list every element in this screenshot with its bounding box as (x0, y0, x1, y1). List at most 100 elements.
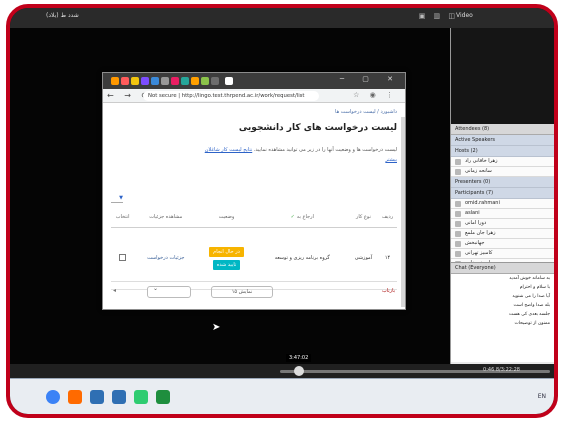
avatar (455, 231, 461, 237)
avatar (455, 169, 461, 175)
row-assigned-to: گروه برنامه ریزی و توسعه (255, 227, 349, 290)
taskbar: EN (10, 378, 554, 414)
pager-label[interactable]: نمایش ۱۵ (211, 286, 273, 298)
url-input[interactable]: Not secure | http://lingo.test.thrpend.a… (143, 91, 319, 101)
page-content: داشبورد / لیست درخواست ها لیست درخواست ه… (103, 103, 405, 313)
participant-item[interactable]: جهانبخش (451, 239, 554, 249)
current-time: 3:47:02 (286, 354, 312, 362)
tab-icon[interactable] (111, 77, 119, 85)
playback-bar: 3:47:02 0:46 8/3:22:28 (10, 354, 554, 378)
description-text: لیست درخواست ها و وضعیت آنها را در زیر م… (253, 147, 397, 153)
row-checkbox[interactable] (119, 253, 127, 261)
seek-thumb[interactable] (294, 366, 304, 376)
app-frame: (بلاد) شدد ط ▣ ▥ ◫ Video ─ ▢ ✕ ← → ⟳ Not… (6, 4, 558, 418)
participant-item[interactable]: کامبیز تهرانی (451, 249, 554, 259)
tab-icon[interactable] (161, 77, 169, 85)
hosts-row[interactable]: Hosts (2) (451, 146, 554, 157)
footer-tag: بازتاب (382, 288, 395, 294)
avatar (455, 221, 461, 227)
participant-item[interactable]: دورا امانی (451, 219, 554, 229)
chat-line: با سلام و احترام (519, 285, 550, 290)
tab-icon[interactable] (201, 77, 209, 85)
active-speakers-row: Active Speakers (451, 135, 554, 146)
mouse-cursor-icon: ➤ (212, 322, 221, 333)
participant-item[interactable]: زهرا جان ملمع (451, 229, 554, 239)
status-badge-secondary: تایید شده (212, 259, 241, 270)
page-title: لیست درخواست های کار دانشجویی (238, 123, 397, 133)
address-bar: ← → ⟳ Not secure | http://lingo.test.thr… (103, 89, 405, 103)
firefox-icon[interactable] (68, 390, 82, 404)
host-item[interactable]: سانحه زمانی (451, 167, 554, 177)
side-panel: Attendees (8) Active Speakers Hosts (2) … (450, 28, 554, 380)
attendees-header: Attendees (8) (451, 124, 554, 135)
browser-window: ─ ▢ ✕ ← → ⟳ Not secure | http://lingo.te… (102, 72, 406, 310)
excel-icon[interactable] (156, 390, 170, 404)
file-explorer-icon[interactable] (90, 390, 104, 404)
tab-icon[interactable] (151, 77, 159, 85)
scrollbar[interactable] (401, 117, 405, 307)
avatar (455, 241, 461, 247)
table-footer: ◂ ⌄ نمایش ۱۵ بازتاب (111, 281, 397, 301)
tab-icon[interactable] (141, 77, 149, 85)
row-index: ۱۴ (378, 227, 397, 290)
chat-panel: Chat (Everyone) به سامانه خوش آمدید با س… (451, 262, 554, 362)
page-description: لیست درخواست ها و وضعیت آنها را در زیر م… (111, 147, 397, 153)
row-details-link[interactable]: جزئیات درخواست (134, 227, 198, 290)
tab-icon[interactable] (171, 77, 179, 85)
active-tab[interactable] (225, 77, 233, 85)
breadcrumb[interactable]: داشبورد / لیست درخواست ها (111, 109, 397, 115)
shared-screen-area: ─ ▢ ✕ ← → ⟳ Not secure | http://lingo.te… (10, 28, 456, 380)
participants-row[interactable]: Participants (7) (451, 188, 554, 199)
header-status: وضعیت (197, 207, 256, 228)
app-title: (بلاد) شدد ط (46, 12, 79, 19)
table-header: ردیف نوع کار ارجاع به✓ وضعیت مشاهده جزئی… (111, 207, 397, 228)
avatar (455, 159, 461, 165)
chat-line: جلسه بعدی کی هست (509, 312, 550, 317)
tab-icon[interactable] (121, 77, 129, 85)
chat-line: آیا صدا را می شنوید (512, 294, 550, 299)
header-select: انتخاب (111, 207, 135, 228)
participant-item[interactable]: aslani (451, 209, 554, 219)
avatar (455, 201, 461, 207)
word-icon[interactable] (112, 390, 126, 404)
filter-icon[interactable]: ▼ (111, 195, 123, 203)
tab-icon[interactable] (211, 77, 219, 85)
sort-icon[interactable]: ✓ (291, 214, 295, 220)
chat-line: بله صدا واضح است (513, 303, 550, 308)
header-assigned-to[interactable]: ارجاع به✓ (255, 207, 349, 228)
presenters-row[interactable]: Presenters (0) (451, 177, 554, 188)
requests-table: ردیف نوع کار ارجاع به✓ وضعیت مشاهده جزئی… (111, 207, 397, 290)
row-work-type: آموزشی (348, 227, 379, 290)
video-area (451, 28, 554, 124)
tab-icon[interactable] (131, 77, 139, 85)
chat-line: ممنون از توضیحات (514, 321, 550, 326)
more-link[interactable]: بیشتر (111, 157, 397, 163)
tab-icon[interactable] (181, 77, 189, 85)
chrome-icon[interactable] (134, 390, 148, 404)
browser-tabs: ─ ▢ ✕ (103, 73, 405, 89)
video-panel-title: Video (456, 12, 473, 19)
host-item[interactable]: زهرا خاقانی راد (451, 157, 554, 167)
chat-line: به سامانه خوش آمدید (509, 276, 550, 281)
tab-icon[interactable] (191, 77, 199, 85)
elapsed-time: 0:46 8/3:22:28 (483, 367, 520, 373)
row-select (111, 227, 135, 290)
header-row-number: ردیف (378, 207, 397, 228)
description-link[interactable]: نتایج لیست کار شاغلان (205, 147, 253, 153)
pagination-arrow-icon[interactable]: ◂ (113, 287, 116, 294)
window-controls[interactable]: ▣ ▥ ◫ (419, 12, 458, 20)
start-icon[interactable] (46, 390, 60, 404)
chat-header: Chat (Everyone) (451, 263, 554, 274)
header-details: مشاهده جزئیات (134, 207, 198, 228)
avatar (455, 211, 461, 217)
chevron-down-icon[interactable]: ⌄ (153, 285, 158, 292)
table-row[interactable]: ۱۴ آموزشی گروه برنامه ریزی و توسعه در حا… (111, 227, 397, 290)
browser-window-controls[interactable]: ─ ▢ ✕ (340, 75, 401, 83)
status-badge: در حال انجام (209, 246, 244, 257)
row-status: در حال انجام تایید شده (197, 227, 256, 290)
avatar (455, 251, 461, 257)
taskbar-clock: EN (537, 393, 546, 400)
extension-icons[interactable]: ☆ ◉ ⋮ (353, 91, 397, 99)
top-bar: (بلاد) شدد ط ▣ ▥ ◫ Video (10, 8, 554, 28)
participant-item[interactable]: omid.rahmani (451, 199, 554, 209)
